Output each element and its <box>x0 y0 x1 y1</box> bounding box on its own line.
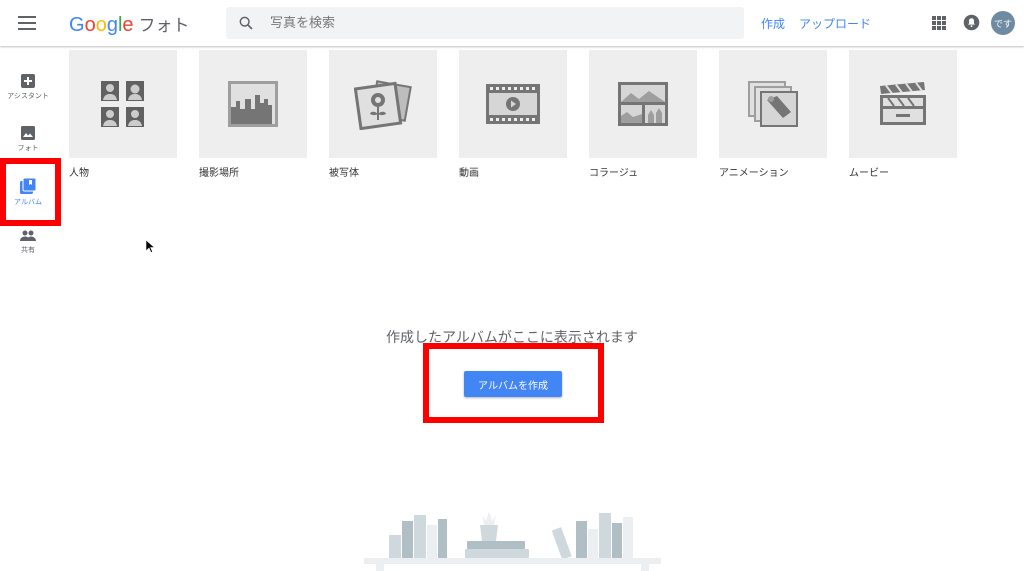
category-people[interactable]: 人物 <box>69 50 177 179</box>
nav-albums[interactable]: アルバム <box>0 172 56 224</box>
nav-photos[interactable]: フォト <box>0 120 56 172</box>
category-label: 撮影場所 <box>199 168 239 179</box>
category-thumb <box>199 50 307 158</box>
create-album-button[interactable]: アルバムを作成 <box>464 371 562 397</box>
category-animations[interactable]: アニメーション <box>719 50 827 179</box>
mouse-cursor-icon <box>146 240 155 253</box>
nav-assistant[interactable]: アシスタント <box>0 68 56 120</box>
product-name: フォト <box>138 16 190 36</box>
account-avatar[interactable]: です <box>991 11 1015 35</box>
photo-icon <box>21 126 35 140</box>
collage-icon <box>618 82 668 126</box>
upload-link[interactable]: アップロード <box>799 15 871 32</box>
category-movies[interactable]: ムービー <box>849 50 957 179</box>
category-label: アニメーション <box>719 168 789 179</box>
category-thumb <box>589 50 697 158</box>
nav-sharing-label: 共有 <box>21 246 35 254</box>
category-thumb <box>69 50 177 158</box>
empty-albums-message: 作成したアルバムがここに表示されます <box>386 330 638 346</box>
category-label: ムービー <box>849 168 889 179</box>
top-app-bar: Googleフォト 作成 アップロード です <box>0 0 1024 46</box>
flower-photo-icon <box>354 80 412 130</box>
hamburger-menu-icon[interactable] <box>18 15 36 31</box>
nav-photos-label: フォト <box>17 144 39 152</box>
app-logo[interactable]: Google フォト <box>69 11 190 37</box>
nav-assistant-label: アシスタント <box>7 92 49 100</box>
stacked-photos-icon <box>748 81 798 127</box>
category-thumb <box>719 50 827 158</box>
category-things[interactable]: 被写体 <box>329 50 437 179</box>
category-videos[interactable]: 動画 <box>459 50 567 179</box>
category-collages[interactable]: コラージュ <box>589 50 697 179</box>
assistant-icon <box>21 74 35 88</box>
search-bar[interactable] <box>226 7 744 39</box>
album-icon <box>20 178 36 194</box>
category-thumb <box>459 50 567 158</box>
search-icon <box>239 16 253 30</box>
category-label: コラージュ <box>589 168 639 179</box>
category-label: 人物 <box>69 168 89 179</box>
clapperboard-icon <box>880 82 926 125</box>
city-icon <box>228 81 278 127</box>
category-thumb <box>849 50 957 158</box>
category-places[interactable]: 撮影場所 <box>199 50 307 179</box>
category-label: 被写体 <box>329 168 359 179</box>
people-icon <box>20 230 36 241</box>
left-nav: アシスタント フォト アルバム 共有 <box>0 46 56 571</box>
notifications-bell-icon[interactable] <box>963 14 980 31</box>
category-thumb <box>329 50 437 158</box>
film-icon <box>486 84 540 124</box>
apps-grid-icon[interactable] <box>932 16 946 30</box>
category-label: 動画 <box>459 168 479 179</box>
people-faces-icon <box>101 81 144 127</box>
nav-sharing[interactable]: 共有 <box>0 224 56 276</box>
bookshelf-illustration <box>364 511 661 571</box>
create-link[interactable]: 作成 <box>761 15 785 32</box>
google-logo-text: Google <box>69 14 134 36</box>
nav-albums-label: アルバム <box>14 198 42 206</box>
search-input[interactable] <box>268 14 712 32</box>
